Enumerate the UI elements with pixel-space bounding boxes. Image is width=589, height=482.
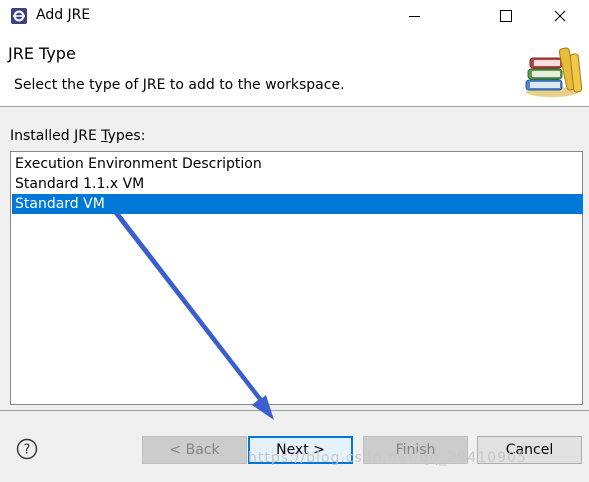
page-title: JRE Type bbox=[8, 44, 76, 63]
maximize-icon bbox=[500, 10, 512, 22]
list-item-execution-environment-description[interactable]: Execution Environment Description bbox=[12, 154, 583, 174]
close-button[interactable] bbox=[537, 0, 583, 32]
list-item-standard-vm[interactable]: Standard VM bbox=[12, 194, 583, 214]
back-button[interactable]: < Back bbox=[142, 436, 247, 464]
content-area: Installed JRE Types: Execution Environme… bbox=[0, 107, 589, 410]
page-description: Select the type of JRE to add to the wor… bbox=[14, 77, 345, 93]
title-bar: Add JRE bbox=[0, 0, 589, 32]
cancel-button[interactable]: Cancel bbox=[477, 436, 582, 464]
wizard-header: JRE Type Select the type of JRE to add t… bbox=[0, 32, 589, 106]
wizard-footer: ? < Back Next > Finish Cancel bbox=[0, 411, 589, 482]
minimize-button[interactable] bbox=[391, 0, 437, 32]
close-icon bbox=[554, 10, 566, 22]
maximize-button[interactable] bbox=[483, 0, 529, 32]
minimize-icon bbox=[408, 15, 420, 17]
window-title: Add JRE bbox=[36, 7, 91, 23]
finish-button[interactable]: Finish bbox=[363, 436, 468, 464]
next-button[interactable]: Next > bbox=[248, 436, 353, 464]
eclipse-app-icon bbox=[11, 8, 27, 24]
jre-type-list[interactable]: Execution Environment Description Standa… bbox=[10, 151, 583, 405]
list-item-standard-1-1-x-vm[interactable]: Standard 1.1.x VM bbox=[12, 174, 583, 194]
books-banner-icon bbox=[525, 47, 582, 97]
svg-text:?: ? bbox=[24, 443, 31, 458]
help-icon[interactable]: ? bbox=[16, 438, 38, 460]
installed-jre-types-label: Installed JRE Types: bbox=[10, 128, 146, 144]
